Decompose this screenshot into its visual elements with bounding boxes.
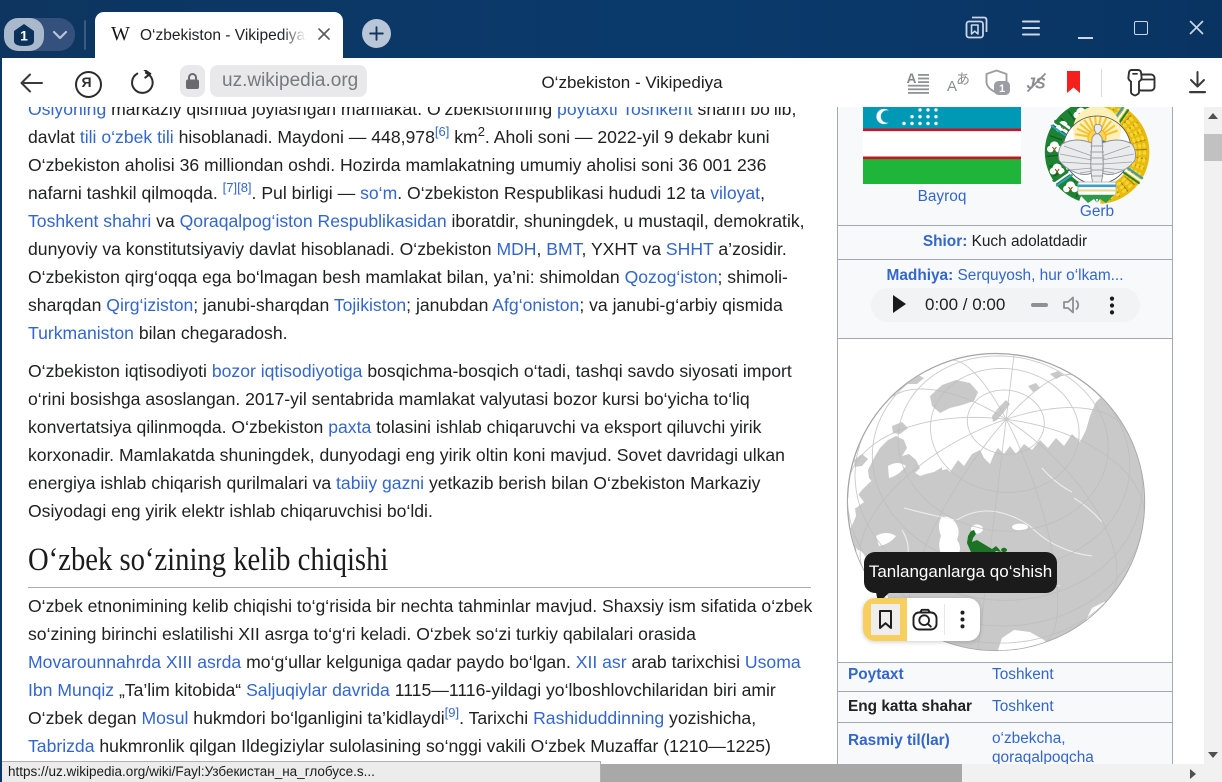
svg-text:1: 1 [999, 83, 1005, 95]
svg-text:あ: あ [956, 71, 970, 87]
svg-text:A: A [907, 71, 917, 86]
svg-text:1: 1 [20, 28, 28, 44]
